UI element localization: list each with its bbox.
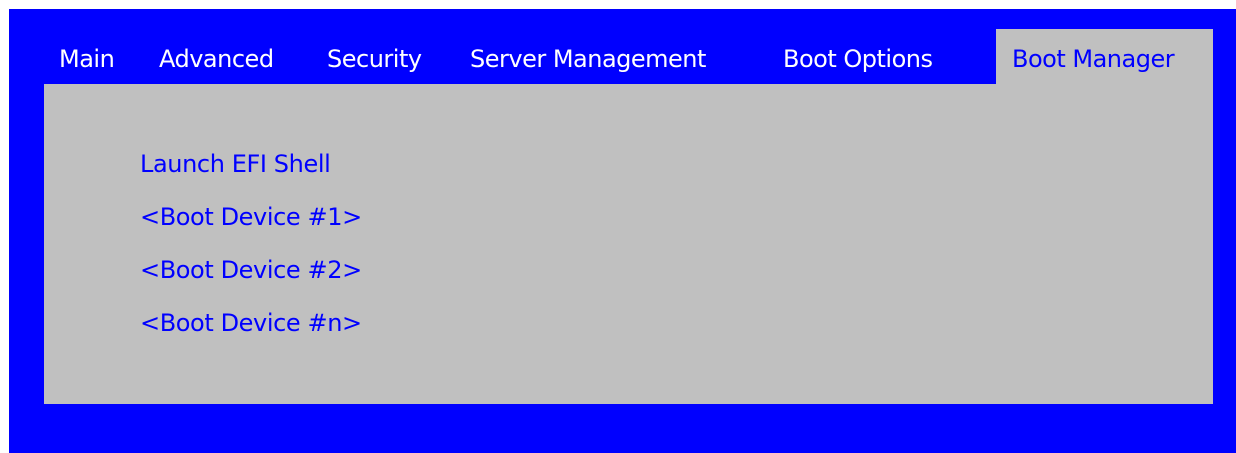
tab-main[interactable]: Main [59,29,115,84]
tab-boot-options[interactable]: Boot Options [783,29,933,84]
menu-item-boot-device-2[interactable]: <Boot Device #2> [140,254,362,307]
bios-setup-frame: Main Advanced Security Server Management… [9,9,1236,453]
tab-advanced[interactable]: Advanced [159,29,274,84]
tab-boot-manager[interactable]: Boot Manager [996,29,1213,84]
menu-item-boot-device-1[interactable]: <Boot Device #1> [140,201,362,254]
tab-security[interactable]: Security [327,29,422,84]
menu-item-boot-device-n[interactable]: <Boot Device #n> [140,307,362,360]
menu-item-launch-efi-shell[interactable]: Launch EFI Shell [140,148,362,201]
boot-manager-panel: Launch EFI Shell <Boot Device #1> <Boot … [44,84,1213,404]
boot-menu-list: Launch EFI Shell <Boot Device #1> <Boot … [140,148,362,360]
tab-bar: Main Advanced Security Server Management… [9,29,1236,84]
tab-server-management[interactable]: Server Management [470,29,706,84]
